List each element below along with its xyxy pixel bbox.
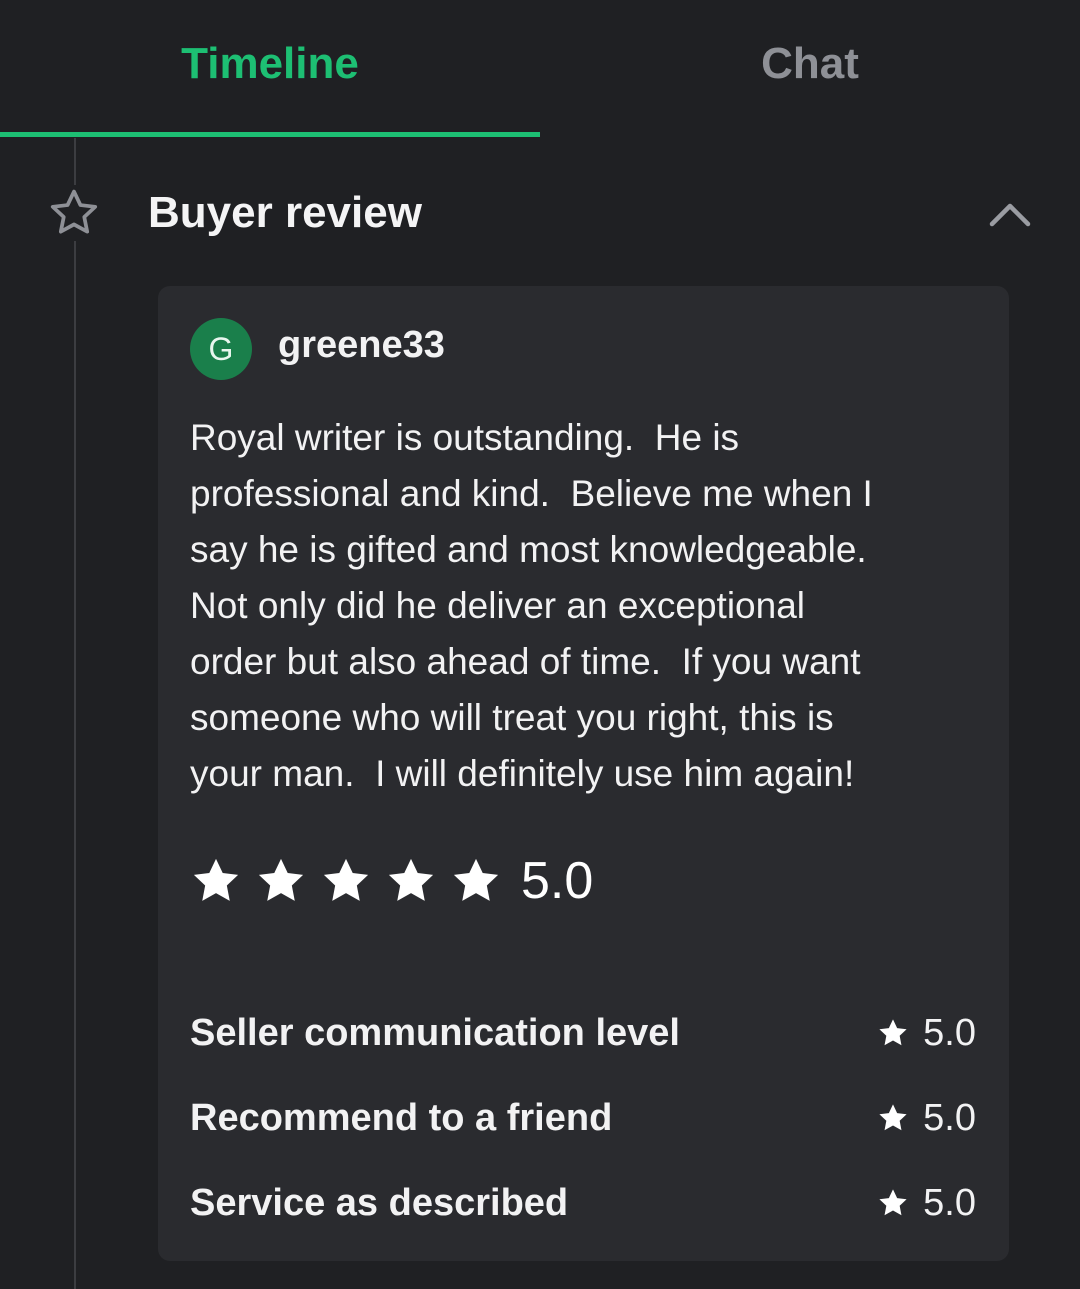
rating-score: 5.0	[877, 1012, 976, 1055]
active-tab-indicator	[0, 132, 540, 137]
star-icon	[193, 858, 239, 901]
rating-label: Recommend to a friend	[190, 1096, 613, 1139]
rating-score: 5.0	[877, 1097, 976, 1140]
tab-chat[interactable]: Chat	[540, 0, 1080, 138]
star-icon	[879, 1189, 907, 1216]
rating-label: Seller communication level	[190, 1011, 680, 1054]
rating-score-value: 5.0	[923, 1181, 976, 1224]
section-title: Buyer review	[148, 188, 422, 237]
reviewer-username[interactable]: greene33	[278, 324, 445, 367]
star-icon	[879, 1019, 907, 1046]
avatar[interactable]: G	[190, 318, 252, 380]
rating-score: 5.0	[877, 1182, 976, 1225]
tab-timeline[interactable]: Timeline	[0, 0, 540, 138]
rating-row-service: Service as described 5.0	[190, 1178, 976, 1228]
rating-score-value: 5.0	[923, 1096, 976, 1139]
star-icon	[388, 858, 434, 901]
rating-row-communication: Seller communication level 5.0	[190, 1008, 976, 1058]
rating-label: Service as described	[190, 1181, 569, 1224]
timeline-line	[74, 138, 76, 1289]
tab-bar: Timeline Chat	[0, 0, 1080, 138]
star-icon	[879, 1104, 907, 1131]
rating-score-value: 5.0	[923, 1011, 976, 1054]
chevron-up-icon[interactable]	[984, 196, 1036, 232]
star-icon	[258, 858, 304, 901]
overall-rating-value: 5.0	[521, 852, 594, 910]
rating-row-recommend: Recommend to a friend 5.0	[190, 1093, 976, 1143]
star-outline-icon	[44, 185, 104, 241]
review-text: Royal writer is outstanding. He is profe…	[190, 417, 873, 794]
review-card: G greene33 Royal writer is outstanding. …	[158, 286, 1009, 1261]
overall-rating: 5.0	[190, 846, 593, 916]
buyer-review-header[interactable]: Buyer review	[0, 170, 1080, 256]
star-icon	[453, 858, 499, 901]
star-icon	[323, 858, 369, 901]
